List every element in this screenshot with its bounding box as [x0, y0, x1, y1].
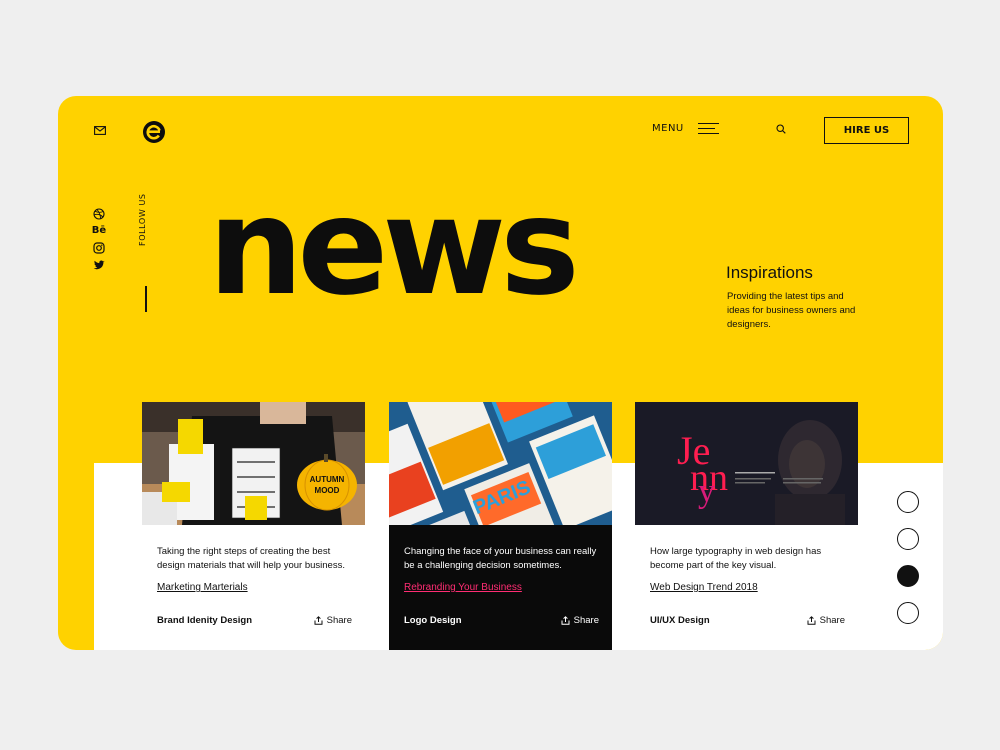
card-description: Changing the face of your business can r… — [404, 546, 597, 571]
news-card-logo[interactable]: PARIS Changing the face of your business… — [389, 402, 612, 650]
share-button[interactable]: Share — [314, 615, 352, 626]
inspirations-title: Inspirations — [726, 263, 813, 282]
card-description: Taking the right steps of creating the b… — [157, 546, 345, 571]
menu[interactable]: MENU — [652, 123, 719, 135]
share-button[interactable]: Share — [807, 615, 845, 626]
page-title: news — [208, 169, 580, 325]
card-link[interactable]: Marketing Marterials — [157, 582, 248, 593]
card-link[interactable]: Web Design Trend 2018 — [650, 582, 758, 593]
social-links: Bē — [92, 208, 106, 271]
slider-pagination — [897, 491, 919, 624]
share-icon — [561, 616, 570, 625]
share-button[interactable]: Share — [561, 615, 599, 626]
pager-dot-active[interactable] — [897, 565, 919, 587]
behance-icon[interactable]: Bē — [92, 225, 106, 237]
card-category: Brand Idenity Design — [157, 615, 253, 626]
share-label: Share — [573, 615, 599, 626]
pager-dot[interactable] — [897, 528, 919, 550]
logo-icon[interactable] — [142, 120, 166, 144]
share-icon — [807, 616, 816, 625]
search-icon[interactable] — [776, 124, 786, 134]
card-image-typography[interactable]: Je nn y — [635, 402, 858, 525]
image-text-autumn: AUTUMN — [310, 475, 345, 484]
card-image-branding[interactable]: AUTUMN MOOD — [142, 402, 365, 525]
twitter-icon[interactable] — [93, 259, 105, 271]
share-label: Share — [326, 615, 352, 626]
card-category: UI/UX Design — [650, 615, 710, 626]
card-description: How large typography in web design has b… — [650, 546, 822, 571]
mail-icon[interactable] — [94, 126, 106, 135]
pager-dot[interactable] — [897, 491, 919, 513]
hero-panel: MENU HIRE US Bē FOLLOW US news Inspirati… — [58, 96, 943, 650]
follow-divider — [145, 286, 147, 312]
news-card-typography[interactable]: Je nn y How large typography in web desi… — [635, 402, 858, 650]
pager-dot[interactable] — [897, 602, 919, 624]
card-link[interactable]: Rebranding Your Business — [404, 582, 522, 593]
follow-us-label: FOLLOW US — [138, 193, 147, 246]
dribbble-icon[interactable] — [93, 208, 105, 220]
card-category: Logo Design — [404, 615, 462, 626]
share-icon — [314, 616, 323, 625]
image-text-y: y — [698, 473, 715, 510]
image-text-mood: MOOD — [315, 486, 340, 495]
inspirations-text: Providing the latest tips and ideas for … — [727, 291, 856, 330]
hire-us-button[interactable]: HIRE US — [824, 117, 909, 144]
hamburger-icon[interactable] — [697, 123, 719, 135]
share-label: Share — [819, 615, 845, 626]
menu-label[interactable]: MENU — [652, 123, 684, 134]
instagram-icon[interactable] — [93, 242, 105, 254]
card-image-posters[interactable]: PARIS — [389, 402, 612, 525]
news-card-branding[interactable]: AUTUMN MOOD Taking the right steps of cr… — [142, 402, 365, 650]
